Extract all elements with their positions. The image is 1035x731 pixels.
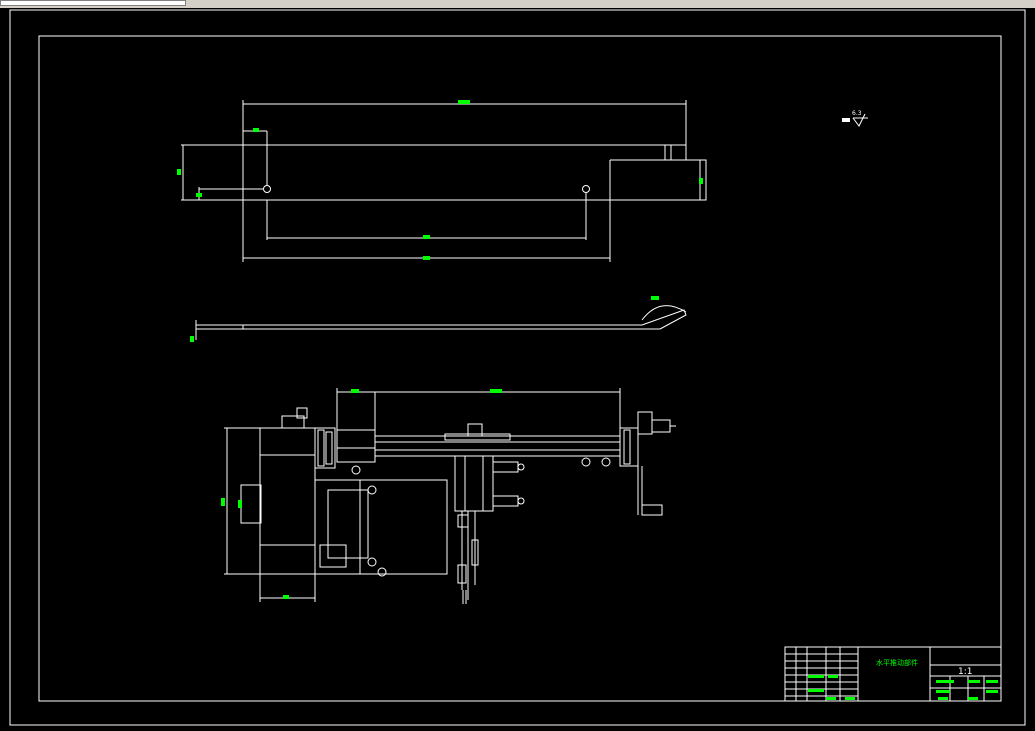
side-view-strip[interactable]: [195, 305, 687, 340]
surface-roughness-symbol: 6.3: [842, 110, 868, 127]
assembly-view[interactable]: [224, 388, 676, 604]
top-view-plate[interactable]: [181, 100, 707, 262]
document-tab[interactable]: [0, 0, 186, 6]
title-block-part-title: 水平推动部件: [876, 658, 918, 667]
surface-roughness-value: 6.3: [852, 110, 862, 117]
sheet-outer-border: [9, 9, 1026, 726]
sheet-inner-border: [38, 35, 1002, 702]
side-view-dimension-marks: [190, 296, 659, 342]
cad-drawing-canvas[interactable]: 6.3 水平推动部件 1:1: [0, 8, 1035, 731]
title-block-scale: 1:1: [958, 667, 972, 677]
assembly-dimension-marks: [221, 389, 502, 599]
top-view-dimension-marks: [177, 100, 703, 260]
